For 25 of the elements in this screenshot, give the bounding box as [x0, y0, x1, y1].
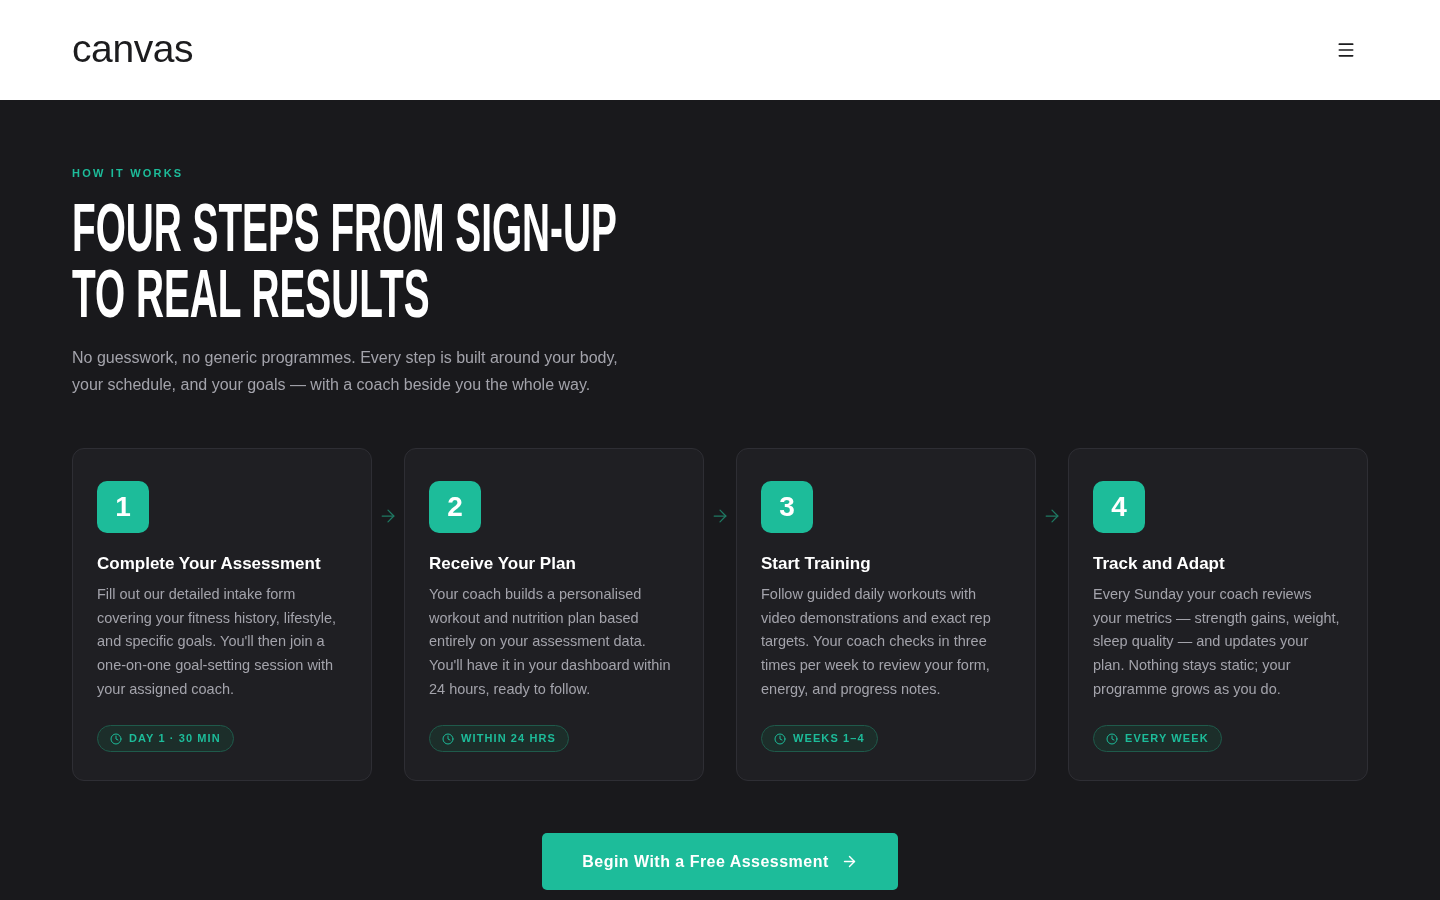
step-number: 2: [429, 481, 481, 533]
step-title: Receive Your Plan: [429, 553, 577, 575]
step-title: Track and Adapt: [1093, 553, 1226, 575]
step-description: Your coach builds a personalised workout and nutrition plan based entirely on your assessment data. You'll have it in your dashboard within 24 hours, ready to follow.: [429, 585, 672, 699]
duration-text: WITHIN 24 HRS: [461, 733, 556, 744]
duration-text: WEEKS 1–4: [793, 733, 865, 744]
clock-icon: [442, 732, 454, 745]
section-intro: No guesswork, no generic programmes. Every step is built around your body, your schedule, and your goals — with a coach beside you the whole way.: [72, 348, 619, 395]
step-number: 3: [761, 481, 813, 533]
clock-icon: [1106, 732, 1118, 745]
section-eyebrow: HOW IT WORKS: [72, 166, 184, 180]
step-description: Follow guided daily workouts with video demonstrations and exact rep targets. Your coach checks in three times per week to review your form, energy, and progress notes.: [761, 585, 992, 699]
step-number: 1: [97, 481, 149, 533]
duration-text: EVERY WEEK: [1125, 733, 1209, 744]
step-number: 4: [1093, 481, 1145, 533]
section-heading: FOUR STEPS FROM SIGN-UP TO REAL RESULTS: [72, 194, 617, 326]
step-title: Complete Your Assessment: [97, 553, 322, 575]
step-description: Fill out our detailed intake form covering your fitness history, lifestyle, and specific goals. You'll then join a one-on-one goal-setting session with your assigned coach.: [97, 585, 338, 699]
clock-icon: [110, 732, 122, 745]
duration-text: DAY 1 · 30 MIN: [129, 733, 221, 744]
step-title: Start Training: [761, 553, 872, 575]
logo[interactable]: canvas: [72, 28, 194, 72]
menu-icon[interactable]: [1336, 40, 1356, 60]
clock-icon: [774, 732, 786, 745]
step-description: Every Sunday your coach reviews your metrics — strength gains, weight, sleep quality — and updates your plan. Nothing stays static; your programme grows as you do.: [1093, 585, 1341, 699]
